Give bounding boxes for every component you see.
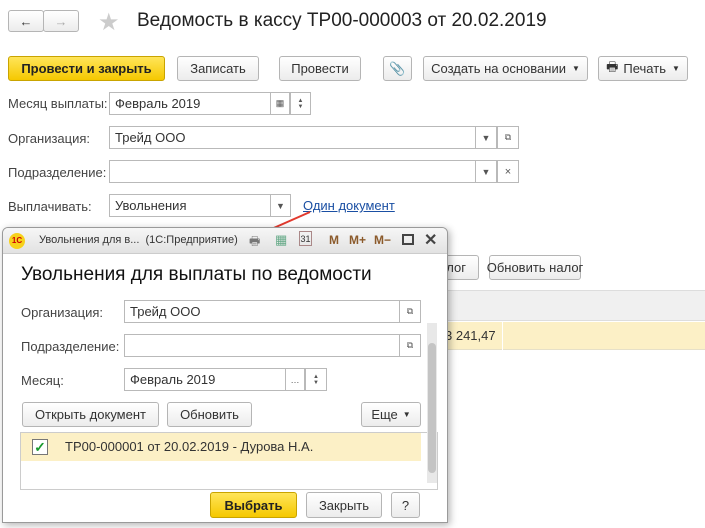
list-item-text: ТР00-000001 от 20.02.2019 - Дурова Н.А.: [65, 439, 314, 454]
open-document-button[interactable]: Открыть документ: [22, 402, 159, 427]
select-button[interactable]: Выбрать: [210, 492, 297, 518]
calculator-icon[interactable]: ▦: [275, 232, 287, 248]
dialog-org-label: Организация:: [21, 305, 104, 320]
dialog-month-spinner[interactable]: ▲ ▼: [305, 368, 327, 391]
more-button[interactable]: Еще ▼: [361, 402, 421, 427]
calendar-icon[interactable]: 31: [299, 231, 312, 246]
print-icon[interactable]: 🖶: [249, 232, 260, 253]
dialog-dept-open-button[interactable]: ⧉: [399, 334, 421, 357]
refresh-button[interactable]: Обновить: [167, 402, 252, 427]
dialog-org-open-button[interactable]: ⧉: [399, 300, 421, 323]
memory-mminus-button[interactable]: M−: [374, 233, 391, 247]
close-button[interactable]: Закрыть: [306, 492, 382, 518]
list-item[interactable]: ✓ ТР00-000001 от 20.02.2019 - Дурова Н.А…: [21, 433, 421, 461]
dialog-month-input[interactable]: Февраль 2019: [124, 368, 286, 391]
dialog-window: 1С Увольнения для в... (1С:Предприятие) …: [2, 227, 448, 523]
dialog-window-title: Увольнения для в... (1С:Предприятие): [39, 234, 238, 246]
dropdown-icon: ▼: [402, 410, 411, 419]
dialog-dept-label: Подразделение:: [21, 339, 120, 354]
dialog-month-select-button[interactable]: …: [285, 368, 305, 391]
scrollbar[interactable]: [427, 323, 437, 483]
maximize-icon[interactable]: [402, 234, 414, 245]
close-icon[interactable]: ✕: [424, 230, 437, 250]
app-logo-icon: 1С: [9, 233, 25, 249]
dialog-org-input[interactable]: Трейд ООО: [124, 300, 400, 323]
dialog-titlebar: 1С Увольнения для в... (1С:Предприятие) …: [3, 228, 447, 254]
documents-list[interactable]: ✓ ТР00-000001 от 20.02.2019 - Дурова Н.А…: [20, 323, 438, 490]
checkbox-checked-icon[interactable]: ✓: [32, 439, 48, 455]
dialog-dept-input[interactable]: [124, 334, 400, 357]
help-button[interactable]: ?: [391, 492, 420, 518]
dialog-heading: Увольнения для выплаты по ведомости: [21, 264, 372, 285]
memory-mplus-button[interactable]: M+: [349, 233, 366, 247]
dialog-month-label: Месяц:: [21, 373, 64, 388]
memory-m-button[interactable]: M: [329, 233, 339, 247]
